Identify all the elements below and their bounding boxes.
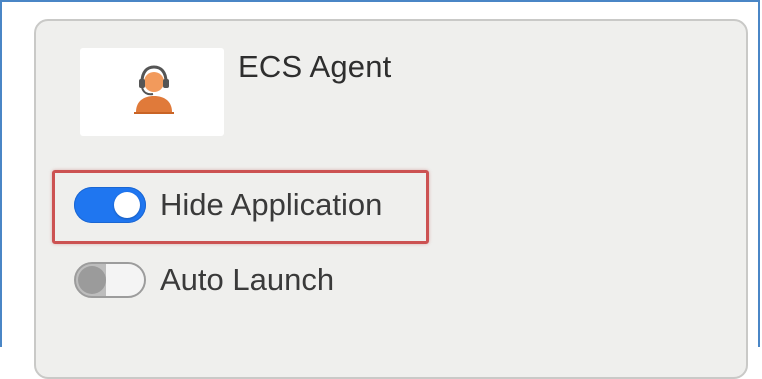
toggle-knob	[114, 192, 140, 218]
screenshot-frame: ECS Agent Hide Application Auto Launch	[0, 0, 760, 379]
agent-headset-icon	[134, 65, 174, 114]
hide-application-toggle[interactable]	[74, 187, 146, 223]
setting-row-hide-application: Hide Application	[74, 187, 382, 223]
auto-launch-toggle[interactable]	[74, 262, 146, 298]
setting-row-auto-launch: Auto Launch	[74, 262, 334, 298]
auto-launch-label: Auto Launch	[160, 262, 335, 297]
toggle-knob	[78, 266, 106, 294]
app-name: ECS Agent	[238, 49, 392, 84]
hide-application-label: Hide Application	[160, 187, 383, 222]
